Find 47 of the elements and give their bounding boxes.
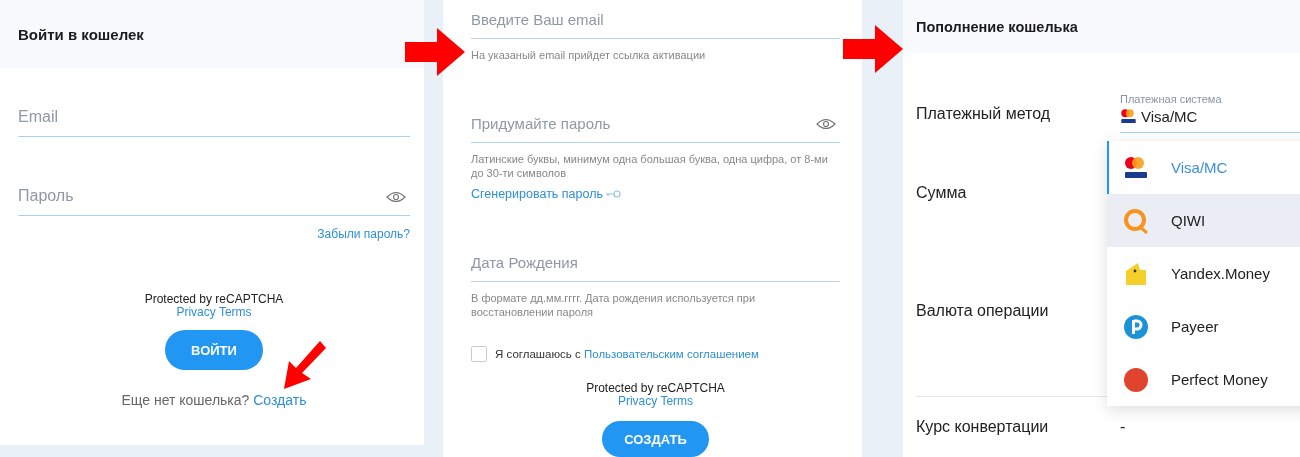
input-field[interactable]: Email	[18, 98, 410, 137]
card-logo-icon	[1120, 108, 1137, 125]
recaptcha-notice: Protected by reCAPTCHA	[144, 293, 284, 306]
field-hint: В формате дд.мм.гггг. Дата рождения используется при восстановлении пароля	[471, 291, 757, 319]
eye-icon[interactable]	[816, 118, 836, 130]
circle-logo-icon	[1123, 366, 1149, 393]
form-label: Платежный метод	[916, 105, 1052, 124]
field-hint: Латинские буквы, минимум одна большая буква, одна цифра, от 8-ми до 30-ти символов	[471, 152, 829, 180]
dropdown-option[interactable]: Yandex.Money	[1107, 247, 1300, 300]
input-field[interactable]: Введите Ваш email	[471, 0, 840, 39]
signup-prompt: Еще нет кошелька?	[121, 392, 250, 408]
card-title: Пополнение кошелька	[916, 18, 1078, 35]
form-label: Валюта операции	[916, 302, 1050, 320]
pointer-arrow	[843, 25, 903, 73]
dropdown-option[interactable]: QIWI	[1107, 194, 1300, 247]
rate-value: -	[1120, 418, 1126, 436]
select-label: Платежная система	[1120, 93, 1223, 105]
card-logo-icon	[1123, 154, 1149, 181]
key-icon	[605, 189, 621, 199]
ring-logo-icon	[1123, 207, 1149, 234]
form-label: Курс конвертации	[916, 418, 1050, 436]
pointer-arrow	[405, 28, 465, 76]
card-title: Войти в кошелек	[18, 25, 144, 43]
dropdown-option[interactable]: Payeer	[1107, 300, 1300, 353]
recaptcha-notice: Protected by reCAPTCHA	[586, 382, 725, 395]
user-agreement-link[interactable]: Пользовательским соглашением	[583, 348, 759, 360]
circle-logo-icon	[1123, 313, 1149, 340]
form-label: Сумма	[916, 184, 968, 202]
field-hint: На указаный email прийдет ссылка активации	[471, 48, 707, 62]
privacy-terms-link[interactable]: Privacy Terms	[617, 395, 694, 408]
eye-icon[interactable]	[386, 191, 406, 203]
password-field[interactable]: Придумайте пароль	[471, 104, 840, 143]
agreement-checkbox[interactable]	[471, 346, 487, 362]
login-button[interactable]: ВОЙТИ	[165, 330, 263, 370]
select-value: Visa/MC	[1141, 108, 1198, 125]
create-button[interactable]: СОЗДАТЬ	[602, 421, 709, 457]
generate-password-link[interactable]: Сгенерировать пароль	[471, 187, 621, 201]
input-field[interactable]: Дата Рождения	[471, 243, 840, 282]
privacy-terms-link[interactable]: Privacy Terms	[176, 306, 252, 319]
wallet-icon	[1123, 260, 1149, 287]
payment-system-select[interactable]: Платежная система Visa/MC	[1120, 93, 1300, 133]
create-link[interactable]: Создать	[253, 392, 307, 408]
pointer-arrow	[284, 341, 326, 389]
agreement-text: Я соглашаюсь с	[495, 348, 581, 360]
password-field[interactable]: Пароль	[18, 177, 410, 216]
forgot-password-link[interactable]: Забыли пароль?	[317, 227, 410, 241]
dropdown-option[interactable]: Perfect Money	[1107, 353, 1300, 406]
